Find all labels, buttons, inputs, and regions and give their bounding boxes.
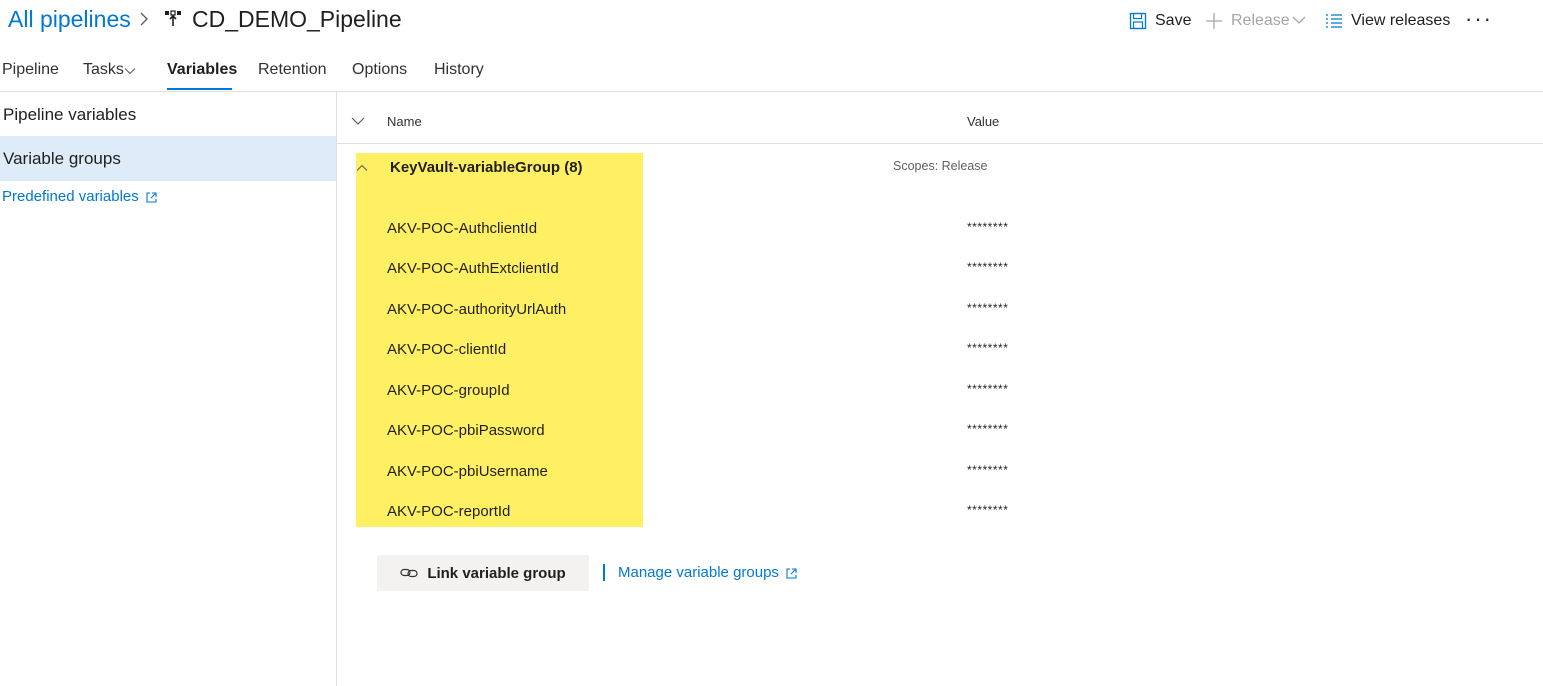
variable-value: ******** bbox=[967, 260, 1009, 274]
link-variable-group-button[interactable]: Link variable group bbox=[377, 555, 589, 591]
save-label: Save bbox=[1155, 12, 1192, 29]
table-header-divider bbox=[337, 143, 1543, 144]
tab-pipeline[interactable]: Pipeline bbox=[2, 60, 59, 82]
variable-value: ******** bbox=[967, 463, 1009, 477]
list-icon bbox=[1326, 14, 1342, 28]
more-actions-button[interactable]: ··· bbox=[1465, 6, 1493, 32]
variable-group-scope: Scopes: Release bbox=[893, 159, 988, 173]
link-icon bbox=[400, 568, 418, 578]
save-icon bbox=[1129, 12, 1147, 30]
variable-name: AKV-POC-reportId bbox=[387, 503, 511, 520]
tab-options[interactable]: Options bbox=[352, 60, 407, 82]
view-releases-label: View releases bbox=[1351, 12, 1451, 29]
chevron-up-icon[interactable] bbox=[356, 162, 368, 174]
variable-group-name[interactable]: KeyVault-variableGroup (8) bbox=[390, 158, 583, 178]
variable-name: AKV-POC-pbiPassword bbox=[387, 422, 545, 439]
sidebar-item-variable-groups[interactable]: Variable groups bbox=[0, 136, 336, 181]
variable-name: AKV-POC-AuthclientId bbox=[387, 220, 538, 237]
external-link-icon bbox=[786, 567, 797, 579]
variable-value: ******** bbox=[967, 422, 1009, 436]
release-label: Release bbox=[1231, 12, 1290, 29]
predefined-variables-link[interactable]: Predefined variables bbox=[2, 187, 157, 207]
variable-name: AKV-POC-pbiUsername bbox=[387, 463, 548, 480]
manage-variable-groups-label: Manage variable groups bbox=[618, 564, 779, 581]
variable-name: AKV-POC-clientId bbox=[387, 341, 507, 358]
action-separator bbox=[603, 564, 605, 581]
save-button[interactable]: Save bbox=[1129, 10, 1191, 32]
page-title: CD_DEMO_Pipeline bbox=[192, 6, 402, 32]
sidebar-item-pipeline-variables[interactable]: Pipeline variables bbox=[0, 92, 336, 137]
view-releases-button[interactable]: View releases bbox=[1325, 10, 1450, 32]
variable-value: ******** bbox=[967, 382, 1009, 396]
release-pipeline-icon bbox=[165, 10, 181, 26]
chevron-down-icon[interactable] bbox=[1292, 13, 1306, 27]
tab-history[interactable]: History bbox=[434, 60, 484, 82]
external-link-icon bbox=[146, 191, 157, 203]
breadcrumb-all-pipelines[interactable]: All pipelines bbox=[8, 4, 131, 34]
variable-name: AKV-POC-authorityUrlAuth bbox=[387, 301, 567, 318]
chevron-down-icon bbox=[124, 68, 136, 75]
variable-name: AKV-POC-groupId bbox=[387, 382, 510, 399]
variable-name: AKV-POC-AuthExtclientId bbox=[387, 260, 559, 277]
manage-variable-groups-link[interactable]: Manage variable groups bbox=[618, 563, 797, 583]
tab-tasks[interactable]: Tasks bbox=[83, 60, 124, 82]
tab-variables[interactable]: Variables bbox=[167, 60, 237, 82]
column-header-value: Value bbox=[967, 114, 1000, 129]
variable-value: ******** bbox=[967, 301, 1009, 315]
link-variable-group-label: Link variable group bbox=[427, 564, 566, 582]
variable-value: ******** bbox=[967, 341, 1009, 355]
predefined-variables-label: Predefined variables bbox=[2, 188, 139, 205]
active-tab-indicator bbox=[167, 88, 232, 90]
variable-value: ******** bbox=[967, 220, 1009, 234]
plus-icon bbox=[1206, 13, 1222, 29]
chevron-right-icon bbox=[140, 12, 148, 26]
release-button[interactable]: Release bbox=[1205, 10, 1290, 32]
collapse-all-chevron-icon[interactable] bbox=[351, 114, 365, 128]
sidebar-divider bbox=[336, 92, 337, 686]
tab-retention[interactable]: Retention bbox=[258, 60, 327, 82]
variable-value: ******** bbox=[967, 503, 1009, 517]
column-header-name: Name bbox=[387, 114, 422, 129]
